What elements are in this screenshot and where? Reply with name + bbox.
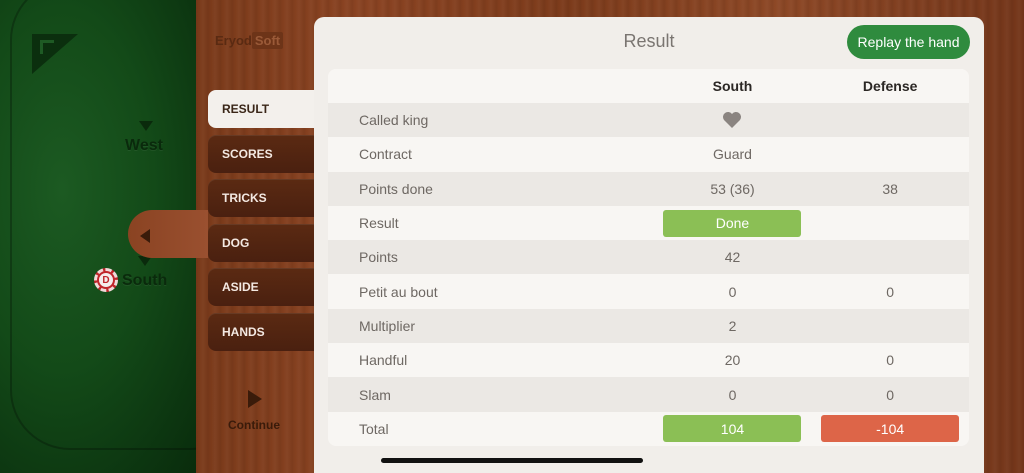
row-south-value: 0 — [728, 386, 737, 403]
table-row: Points done 53 (36) 38 — [328, 171, 969, 206]
row-label: Petit au bout — [359, 283, 438, 300]
table-row: Points 42 — [328, 240, 969, 275]
row-defense-value: 0 — [886, 386, 895, 403]
row-label: Total — [359, 420, 389, 437]
continue-arrow-icon[interactable] — [248, 390, 262, 408]
total-defense-cell: -104 — [811, 415, 969, 443]
row-south-value: 53 (36) — [710, 180, 755, 197]
result-cell: Done — [654, 209, 812, 237]
dealer-chip-icon: D — [94, 268, 118, 292]
row-defense-value: 38 — [882, 180, 898, 197]
table-row: Result Done — [328, 206, 969, 240]
collapse-arrow-icon[interactable] — [140, 229, 150, 243]
row-south-value: 42 — [724, 249, 741, 266]
table-row: Contract Guard — [328, 137, 969, 171]
sidebar-item-scores[interactable]: SCORES — [208, 135, 328, 173]
brand-name-part2: Soft — [251, 32, 284, 49]
brand-logo: Eryod Soft — [215, 32, 284, 49]
west-arrow-icon — [139, 121, 153, 131]
column-header-south: South — [712, 78, 753, 94]
continue-button[interactable]: Continue — [228, 418, 280, 432]
row-label: Multiplier — [359, 317, 416, 334]
row-label: Result — [359, 215, 399, 232]
table-row: Slam 0 0 — [328, 377, 969, 412]
column-header-defense: Defense — [862, 78, 918, 94]
row-label: Points — [359, 249, 398, 266]
seat-west-label: West — [125, 137, 163, 154]
row-south-value: 2 — [728, 317, 737, 334]
table-row: Petit au bout 0 0 — [328, 274, 969, 308]
result-panel: Result Replay the hand South Defense Cal… — [314, 17, 984, 473]
sidebar-item-tricks[interactable]: TRICKS — [208, 179, 328, 217]
table-row: Handful 20 0 — [328, 343, 969, 377]
sidebar-item-hands[interactable]: HANDS — [208, 313, 328, 351]
replay-hand-button[interactable]: Replay the hand — [847, 25, 970, 59]
total-defense-badge: -104 — [821, 415, 960, 443]
dealer-chip-letter: D — [99, 273, 113, 287]
row-defense-value: 0 — [886, 352, 895, 369]
row-label: Handful — [359, 352, 408, 369]
result-table: South Defense Called king Contract Guard… — [328, 69, 969, 446]
home-indicator[interactable] — [381, 458, 643, 463]
row-label: Called king — [359, 112, 429, 129]
table-row: Called king — [328, 103, 969, 138]
row-south-value: 0 — [728, 283, 737, 300]
table-row: Multiplier 2 — [328, 308, 969, 344]
table-row: Total 104 -104 — [328, 412, 969, 446]
result-badge: Done — [663, 209, 802, 237]
sidebar-item-aside[interactable]: ASIDE — [208, 268, 328, 306]
table-header-row: South Defense — [328, 69, 969, 103]
total-south-cell: 104 — [654, 415, 812, 443]
sidebar-item-result[interactable]: RESULT — [208, 90, 328, 128]
row-defense-value: 0 — [886, 283, 895, 300]
row-label: Points done — [359, 180, 433, 197]
seat-south-label: South — [122, 272, 168, 289]
row-label: Slam — [359, 386, 391, 403]
heart-icon — [723, 112, 742, 129]
called-king-cell — [654, 111, 812, 129]
brand-name-part1: Eryod — [215, 33, 252, 48]
sidebar-item-dog[interactable]: DOG — [208, 224, 328, 262]
row-label: Contract — [359, 146, 412, 163]
table-logo-mark — [40, 40, 54, 54]
row-south-value: 20 — [724, 352, 741, 369]
row-south-value: Guard — [713, 146, 752, 163]
total-south-badge: 104 — [663, 415, 802, 443]
